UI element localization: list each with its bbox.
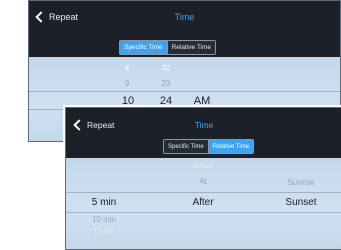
relation-option[interactable]: At xyxy=(183,177,223,186)
offset-option-selected[interactable]: 5 min xyxy=(82,197,126,208)
selection-line-bottom xyxy=(66,212,341,213)
relative-time-screen: Repeat Time Specific Time Relative Time … xyxy=(65,107,341,250)
hour-option[interactable]: 9 xyxy=(120,79,134,88)
screen-title: Time xyxy=(194,120,214,130)
relative-time-picker[interactable]: Before At After Sunrise Sunset 5 min 10 … xyxy=(66,158,341,249)
hour-option-selected[interactable]: 10 xyxy=(119,95,137,107)
screen-title: Time xyxy=(174,12,195,22)
relation-option[interactable]: Before xyxy=(183,163,223,170)
minute-option[interactable]: 23 xyxy=(159,79,173,88)
tab-relative-time[interactable]: Relative Time xyxy=(166,41,216,54)
time-mode-segmented-control: Specific Time Relative Time xyxy=(119,40,217,55)
minute-option-selected[interactable]: 24 xyxy=(157,95,175,107)
selection-line-top xyxy=(29,91,340,92)
selection-line-top xyxy=(66,192,341,193)
tab-specific-time[interactable]: Specific Time xyxy=(164,140,208,153)
event-option-selected[interactable]: Sunset xyxy=(277,197,325,208)
header-bar: Repeat Time xyxy=(29,1,340,38)
offset-option[interactable]: 10 min xyxy=(84,215,124,224)
relation-option-selected[interactable]: After xyxy=(179,197,227,208)
tab-relative-time[interactable]: Relative Time xyxy=(207,140,254,153)
minute-option[interactable]: 22 xyxy=(159,65,173,72)
time-mode-segmented-control: Specific Time Relative Time xyxy=(163,139,255,154)
hour-option[interactable]: 8 xyxy=(120,65,134,72)
event-option[interactable]: Sunrise xyxy=(279,178,323,187)
tab-specific-time[interactable]: Specific Time xyxy=(120,41,167,54)
ampm-option-selected[interactable]: AM xyxy=(190,95,214,107)
offset-option[interactable]: 15 min xyxy=(84,228,124,235)
